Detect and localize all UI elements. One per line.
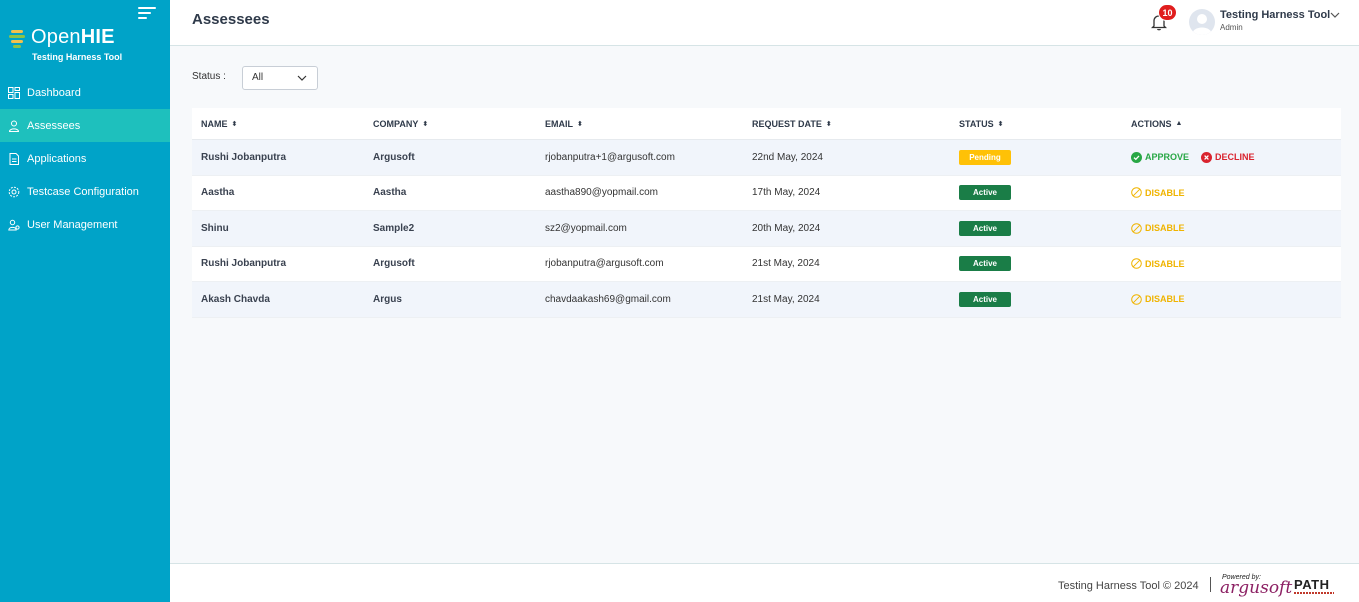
users-icon: [8, 219, 20, 231]
sidebar-item-testcase-configuration[interactable]: Testcase Configuration: [0, 175, 170, 208]
cell-name: Aastha: [201, 187, 235, 199]
table-header: NAME ⬍ COMPANY ⬍ EMAIL ⬍ REQUEST DATE ⬍ STAT…: [192, 108, 1341, 140]
column-header-name[interactable]: NAME ⬍: [192, 119, 364, 129]
table-row: Rushi Jobanputra Argusoft rjobanputra@ar…: [192, 247, 1341, 282]
path-logo[interactable]: PATH: [1294, 577, 1329, 592]
status-badge: Active: [959, 256, 1011, 272]
table-row: Rushi Jobanputra Argusoft rjobanputra+1@…: [192, 140, 1341, 176]
document-icon: [8, 152, 20, 165]
status-badge: Active: [959, 185, 1011, 201]
table-row: Akash Chavda Argus chavdaakash69@gmail.c…: [192, 282, 1341, 318]
status-filter-value: All: [252, 72, 264, 83]
menu-toggle-icon[interactable]: [138, 7, 156, 21]
openhie-logo-icon: [9, 30, 25, 48]
sidebar-item-label: Applications: [27, 152, 87, 165]
status-filter-label: Status :: [192, 71, 226, 82]
cell-name: Rushi Jobanputra: [201, 151, 287, 163]
cell-request-date: 22nd May, 2024: [752, 151, 823, 163]
sidebar: OpenHIE Testing Harness Tool Dashboard A…: [0, 0, 170, 602]
logo-subtitle: Testing Harness Tool: [32, 52, 123, 62]
assessees-table: NAME ⬍ COMPANY ⬍ EMAIL ⬍ REQUEST DATE ⬍ STAT…: [192, 108, 1341, 318]
ban-icon: [1131, 293, 1142, 305]
sidebar-item-label: Dashboard: [27, 86, 81, 99]
cell-company: Argus: [373, 293, 402, 305]
notification-count-badge: 10: [1158, 4, 1177, 21]
cell-email: rjobanputra@argusoft.com: [545, 258, 664, 270]
footer-copyright: Testing Harness Tool © 2024: [1058, 580, 1199, 592]
cell-company: Argusoft: [373, 151, 415, 163]
sidebar-item-label: Assessees: [27, 119, 81, 132]
sort-icon: ⬍: [997, 121, 1004, 129]
chevron-down-icon[interactable]: [1330, 11, 1340, 19]
sort-icon: ⬍: [231, 121, 238, 129]
disable-button[interactable]: DISABLE: [1131, 187, 1185, 199]
table-row: Shinu Sample2 sz2@yopmail.com 20th May, …: [192, 211, 1341, 247]
path-logo-underline: [1294, 592, 1334, 594]
cell-email: aastha890@yopmail.com: [545, 187, 658, 199]
ban-icon: [1131, 258, 1142, 270]
approve-button[interactable]: APPROVE: [1131, 151, 1189, 163]
column-header-email[interactable]: EMAIL ⬍: [536, 119, 743, 129]
ban-icon: [1131, 222, 1142, 234]
table-row: Aastha Aastha aastha890@yopmail.com 17th…: [192, 176, 1341, 211]
cell-name: Akash Chavda: [201, 293, 270, 305]
status-badge: Active: [959, 220, 1011, 236]
cell-company: Aastha: [373, 187, 407, 199]
user-role: Admin: [1220, 23, 1243, 32]
disable-button[interactable]: DISABLE: [1131, 222, 1185, 234]
logo-text: OpenHIE: [31, 26, 115, 48]
sort-asc-icon: ▲: [1175, 120, 1183, 127]
cell-name: Shinu: [201, 222, 229, 234]
cell-name: Rushi Jobanputra: [201, 258, 287, 270]
dashboard-icon: [8, 86, 20, 99]
sidebar-item-label: User Management: [27, 218, 118, 231]
decline-button[interactable]: DECLINE: [1201, 151, 1255, 163]
chevron-down-icon: [297, 75, 307, 81]
cell-email: chavdaakash69@gmail.com: [545, 293, 671, 305]
status-badge: Pending: [959, 149, 1011, 165]
status-badge: Active: [959, 291, 1011, 307]
user-icon: [8, 120, 20, 132]
cell-company: Sample2: [373, 222, 415, 234]
avatar[interactable]: [1189, 9, 1215, 35]
sidebar-item-dashboard[interactable]: Dashboard: [0, 76, 170, 109]
gear-icon: [8, 186, 20, 198]
sidebar-item-applications[interactable]: Applications: [0, 142, 170, 175]
sort-icon: ⬍: [825, 121, 832, 129]
column-header-actions[interactable]: ACTIONS ▲: [1122, 119, 1341, 129]
column-header-status[interactable]: STATUS ⬍: [950, 119, 1122, 129]
argusoft-logo[interactable]: argusoft: [1220, 578, 1292, 598]
cell-request-date: 17th May, 2024: [752, 187, 821, 199]
disable-button[interactable]: DISABLE: [1131, 258, 1185, 270]
column-header-request-date[interactable]: REQUEST DATE ⬍: [743, 119, 950, 129]
page-title: Assessees: [192, 11, 270, 28]
disable-button[interactable]: DISABLE: [1131, 293, 1185, 305]
sidebar-nav: Dashboard Assessees Applications Testcas…: [0, 76, 170, 241]
cell-request-date: 20th May, 2024: [752, 222, 821, 234]
cell-email: sz2@yopmail.com: [545, 222, 627, 234]
column-header-company[interactable]: COMPANY ⬍: [364, 119, 536, 129]
cell-company: Argusoft: [373, 258, 415, 270]
sort-icon: ⬍: [422, 121, 429, 129]
x-circle-icon: [1201, 151, 1213, 163]
cell-request-date: 21st May, 2024: [752, 293, 820, 305]
sort-icon: ⬍: [577, 121, 583, 129]
openhie-logo[interactable]: OpenHIE Testing Harness Tool: [8, 26, 168, 66]
cell-request-date: 21st May, 2024: [752, 258, 820, 270]
ban-icon: [1131, 187, 1142, 199]
footer-divider: [1210, 577, 1211, 592]
sidebar-item-user-management[interactable]: User Management: [0, 208, 170, 241]
status-filter-select[interactable]: All: [242, 66, 318, 90]
check-circle-icon: [1131, 151, 1142, 163]
sidebar-item-assessees[interactable]: Assessees: [0, 109, 170, 142]
top-header: Assessees 10 Testing Harness Tool Admin: [170, 0, 1359, 46]
cell-email: rjobanputra+1@argusoft.com: [545, 151, 675, 163]
footer: Testing Harness Tool © 2024 Powered by: …: [170, 563, 1359, 602]
sidebar-item-label: Testcase Configuration: [27, 185, 139, 198]
user-name[interactable]: Testing Harness Tool: [1220, 9, 1330, 21]
